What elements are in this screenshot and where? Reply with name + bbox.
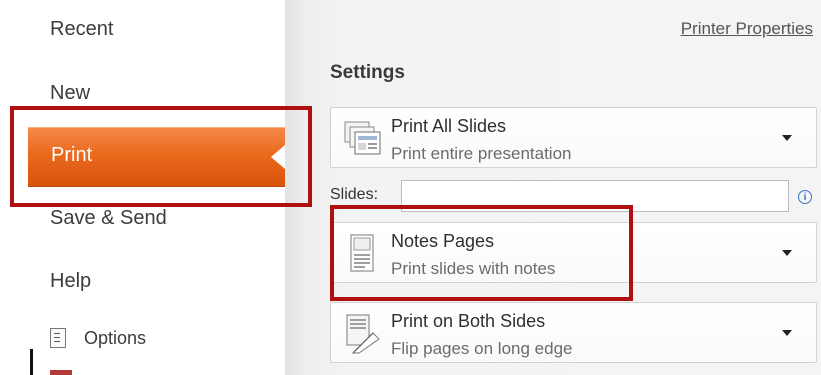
slides-input[interactable] [401,180,789,212]
dropdown-title: Print All Slides [391,116,507,136]
slides-label: Slides: [330,186,379,203]
nav-item-print-label: Print [51,144,93,166]
dropdown-subtitle: Flip pages on long edge [391,339,573,358]
nav-item-recent[interactable]: Recent [50,18,113,41]
options-icon [50,328,66,348]
info-icon[interactable]: i [798,190,812,204]
nav-item-new[interactable]: New [50,82,90,105]
dropdown-title: Print on Both Sides [391,311,546,331]
backstage-nav: Recent New Print Save & Send Help Option… [0,0,285,375]
exit-icon[interactable] [50,370,72,375]
divider [30,349,33,375]
nav-item-options[interactable]: Options [50,326,146,350]
print-settings-panel: Printer Properties Settings Print All Sl… [285,0,821,375]
dropdown-subtitle: Print slides with notes [391,259,556,278]
chevron-down-icon [782,250,792,256]
dropdown-title: Notes Pages [391,231,495,251]
notes-page-icon [343,233,383,275]
slides-stack-icon [343,118,383,160]
dropdown-subtitle: Print entire presentation [391,144,572,163]
print-sides-dropdown[interactable]: Print on Both Sides Flip pages on long e… [330,302,817,363]
nav-item-help[interactable]: Help [50,270,91,293]
print-layout-dropdown[interactable]: Notes Pages Print slides with notes [330,222,817,283]
print-range-dropdown[interactable]: Print All Slides Print entire presentati… [330,107,817,168]
nav-item-options-label: Options [84,327,147,348]
nav-item-save-send[interactable]: Save & Send [50,207,167,230]
selection-notch [271,145,285,169]
duplex-icon [343,313,383,355]
chevron-down-icon [782,330,792,336]
nav-item-print[interactable]: Print [28,127,285,187]
chevron-down-icon [782,135,792,141]
printer-properties-link[interactable]: Printer Properties [681,19,813,39]
settings-heading: Settings [330,62,405,83]
